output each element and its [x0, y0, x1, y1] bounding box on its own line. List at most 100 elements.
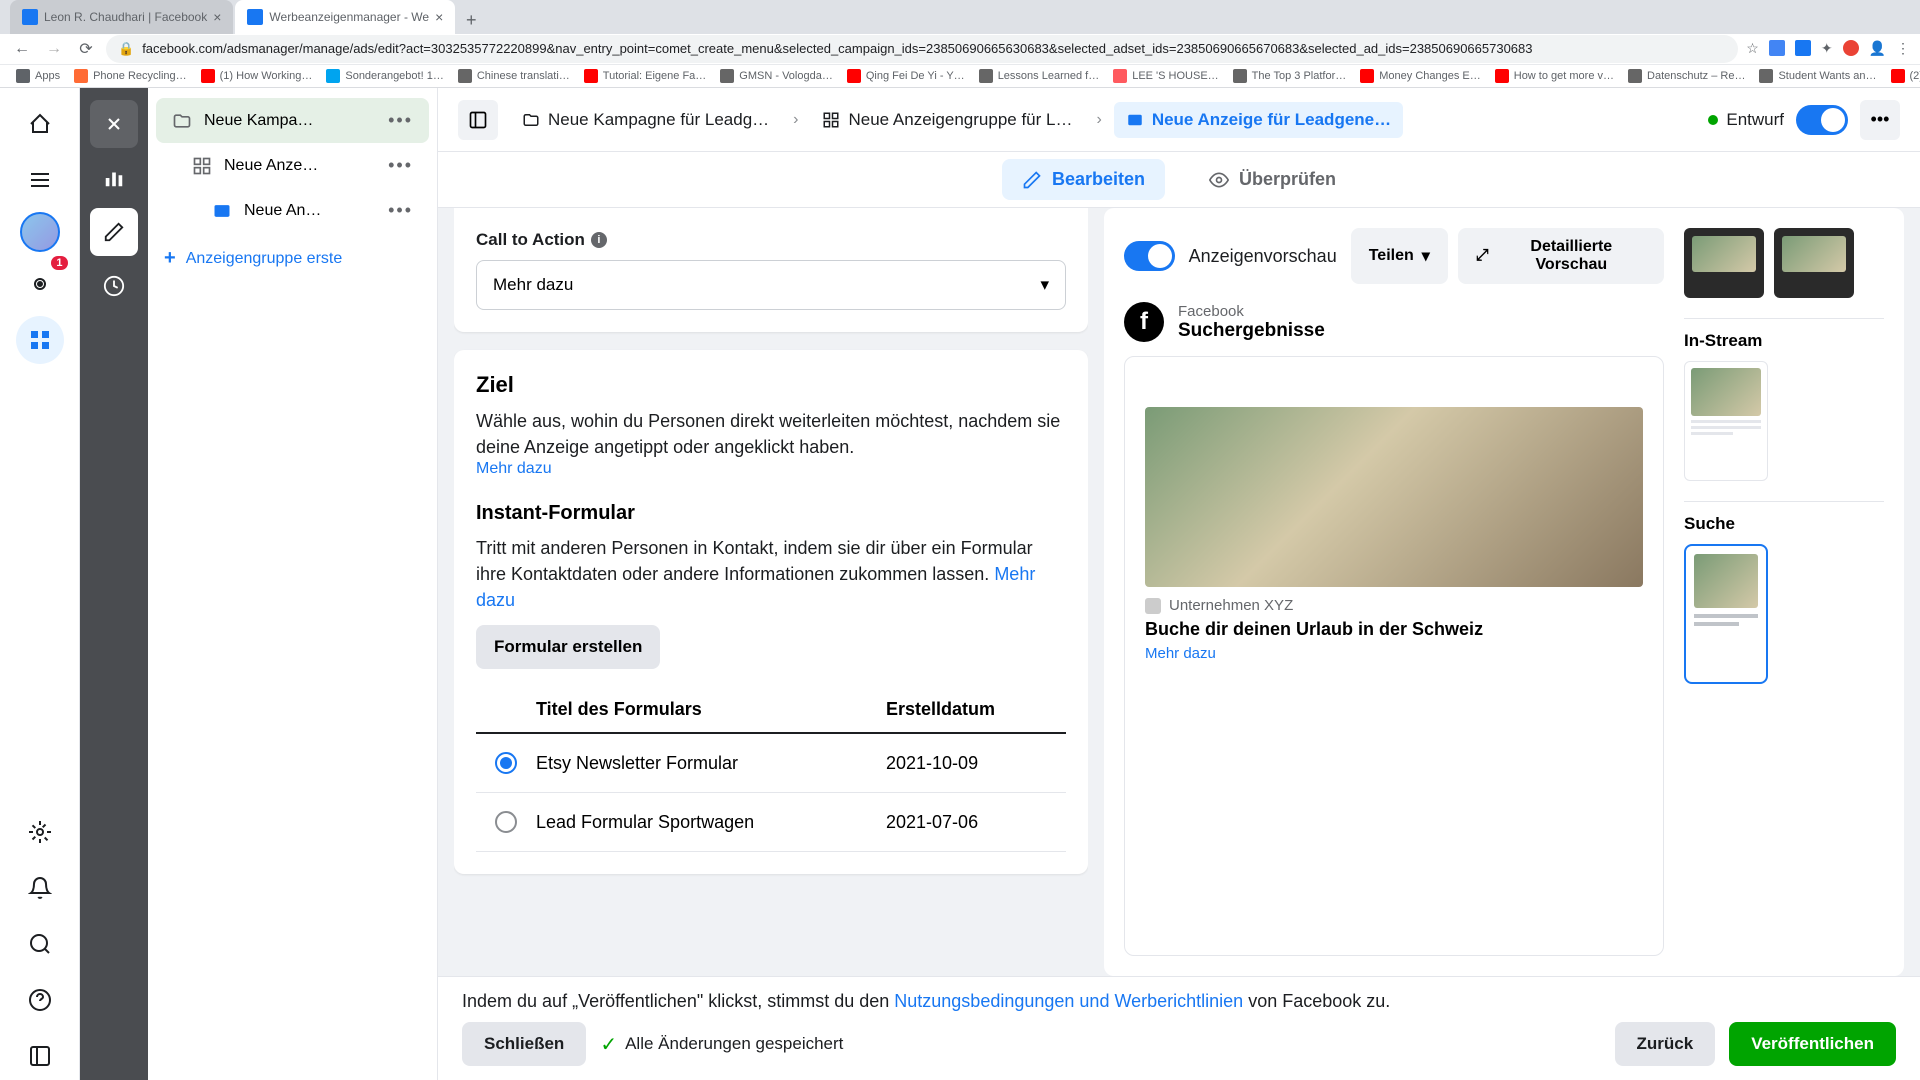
menu-icon[interactable] [16, 156, 64, 204]
cta-card: Call to Action i Mehr dazu ▾ [454, 208, 1088, 332]
settings-icon[interactable] [16, 808, 64, 856]
preview-link[interactable]: Mehr dazu [1145, 645, 1643, 662]
bookmark-item[interactable]: Phone Recycling… [68, 69, 193, 83]
ad-toggle[interactable] [1796, 105, 1848, 135]
lock-icon: 🔒 [118, 41, 134, 57]
form-date: 2021-10-09 [886, 753, 1066, 774]
notifications-icon[interactable] [16, 864, 64, 912]
bookmark-item[interactable]: Qing Fei De Yi - Y… [841, 69, 971, 83]
expand-icon: ⤢ [1476, 247, 1489, 265]
destination-card: Ziel Wähle aus, wohin du Personen direkt… [454, 350, 1088, 874]
bookmark-item[interactable]: Datenschutz – Re… [1622, 69, 1751, 83]
learn-more-link[interactable]: Mehr dazu [476, 460, 1066, 478]
breadcrumb-adset[interactable]: Neue Anzeigengruppe für L… [810, 102, 1084, 138]
placement-thumb[interactable] [1684, 361, 1768, 481]
subsection-desc: Tritt mit anderen Personen in Kontakt, i… [476, 535, 1066, 613]
terms-link[interactable]: Nutzungsbedingungen und Werberichtlinien [894, 991, 1243, 1011]
browser-tab[interactable]: Leon R. Chaudhari | Facebook × [10, 0, 233, 34]
section-title: Ziel [476, 372, 1066, 398]
tab-review[interactable]: Überprüfen [1189, 159, 1356, 200]
close-button[interactable]: Schließen [462, 1022, 586, 1066]
placement-thumb-selected[interactable] [1684, 544, 1768, 684]
audiences-icon[interactable]: 1 [16, 260, 64, 308]
preview-header: Anzeigenvorschau Teilen▾ ⤢Detaillierte V… [1124, 228, 1664, 284]
chevron-down-icon: ▾ [1422, 246, 1430, 266]
subsection-title: Instant-Formular [476, 502, 1066, 525]
help-icon[interactable] [16, 976, 64, 1024]
add-adset-button[interactable]: + Anzeigengruppe erste [148, 233, 437, 284]
forward-icon[interactable]: → [42, 37, 66, 61]
bookmark-item[interactable]: Money Changes E… [1354, 69, 1487, 83]
back-icon[interactable]: ← [10, 37, 34, 61]
footer-actions: Schließen ✓ Alle Änderungen gespeichert … [462, 1022, 1896, 1066]
placement-thumb[interactable] [1774, 228, 1854, 298]
more-icon[interactable]: ••• [388, 155, 413, 176]
ads-manager-icon[interactable] [16, 316, 64, 364]
extensions-menu-icon[interactable]: ✦ [1821, 40, 1833, 57]
status-label: Entwurf [1726, 110, 1784, 130]
profile-icon[interactable]: 👤 [1869, 40, 1886, 57]
new-tab-button[interactable]: + [457, 6, 485, 34]
more-icon[interactable]: ••• [388, 200, 413, 221]
bookmark-item[interactable]: Lessons Learned f… [973, 69, 1106, 83]
search-icon[interactable] [16, 920, 64, 968]
radio-icon[interactable] [495, 811, 517, 833]
bookmark-item[interactable]: Tutorial: Eigene Fa… [578, 69, 713, 83]
publish-button[interactable]: Veröffentlichen [1729, 1022, 1896, 1066]
bookmark-item[interactable]: (2) How To Add A… [1885, 69, 1920, 83]
chart-icon[interactable] [90, 154, 138, 202]
more-icon[interactable]: ••• [1860, 100, 1900, 140]
bookmark-item[interactable]: Chinese translati… [452, 69, 576, 83]
create-form-button[interactable]: Formular erstellen [476, 625, 660, 669]
browser-tab[interactable]: Werbeanzeigenmanager - We × [235, 0, 455, 34]
edit-icon[interactable] [90, 208, 138, 256]
placement-section-title: In-Stream [1684, 331, 1884, 351]
address-bar[interactable]: 🔒 facebook.com/adsmanager/manage/ads/edi… [106, 35, 1738, 63]
avatar[interactable] [20, 212, 60, 252]
close-icon[interactable]: × [213, 9, 221, 25]
preview-toggle[interactable] [1124, 241, 1175, 271]
breadcrumb-ad[interactable]: Neue Anzeige für Leadgene… [1114, 102, 1403, 138]
cta-select[interactable]: Mehr dazu ▾ [476, 260, 1066, 310]
extension-icon[interactable] [1769, 40, 1785, 56]
radio-icon[interactable] [495, 752, 517, 774]
back-button[interactable]: Zurück [1615, 1022, 1716, 1066]
breadcrumb-campaign[interactable]: Neue Kampagne für Leadg… [510, 102, 781, 138]
detailed-preview-button[interactable]: ⤢Detaillierte Vorschau [1458, 228, 1664, 284]
extension-icon[interactable] [1795, 40, 1811, 56]
pencil-icon [1022, 170, 1042, 190]
add-label: Anzeigengruppe erste [186, 250, 343, 268]
bookmark-item[interactable]: Apps [10, 69, 66, 83]
bookmark-item[interactable]: (1) How Working… [195, 69, 319, 83]
extension-icon[interactable] [1843, 40, 1859, 56]
table-row[interactable]: Etsy Newsletter Formular 2021-10-09 [476, 734, 1066, 793]
preview-label: Anzeigenvorschau [1189, 246, 1337, 267]
info-icon[interactable]: i [591, 232, 607, 248]
share-button[interactable]: Teilen▾ [1351, 228, 1448, 284]
extension-icon[interactable]: ☆ [1746, 40, 1759, 57]
tree-campaign[interactable]: Neue Kampa… ••• [156, 98, 429, 143]
preview-image [1145, 407, 1643, 587]
menu-icon[interactable]: ⋮ [1896, 40, 1910, 57]
table-row[interactable]: Lead Formular Sportwagen 2021-07-06 [476, 793, 1066, 852]
home-icon[interactable] [16, 100, 64, 148]
tab-edit[interactable]: Bearbeiten [1002, 159, 1165, 200]
bookmark-item[interactable]: The Top 3 Platfor… [1227, 69, 1353, 83]
collapse-icon[interactable] [16, 1032, 64, 1080]
panel-toggle-icon[interactable] [458, 100, 498, 140]
placement-thumb[interactable] [1684, 228, 1764, 298]
reload-icon[interactable]: ⟳ [74, 37, 98, 61]
close-icon[interactable]: × [435, 9, 443, 25]
tree-adset[interactable]: Neue Anze… ••• [156, 143, 429, 188]
more-icon[interactable]: ••• [388, 110, 413, 131]
bookmark-item[interactable]: GMSN - Vologda… [714, 69, 839, 83]
close-icon[interactable] [90, 100, 138, 148]
tree-ad[interactable]: Neue An… ••• [156, 188, 429, 233]
bookmark-item[interactable]: How to get more v… [1489, 69, 1620, 83]
bookmark-item[interactable]: Student Wants an… [1753, 69, 1882, 83]
plus-icon: + [164, 247, 176, 270]
bookmark-item[interactable]: Sonderangebot! 1… [320, 69, 449, 83]
bookmark-item[interactable]: LEE 'S HOUSE… [1107, 69, 1224, 83]
tab-label: Überprüfen [1239, 169, 1336, 190]
history-icon[interactable] [90, 262, 138, 310]
